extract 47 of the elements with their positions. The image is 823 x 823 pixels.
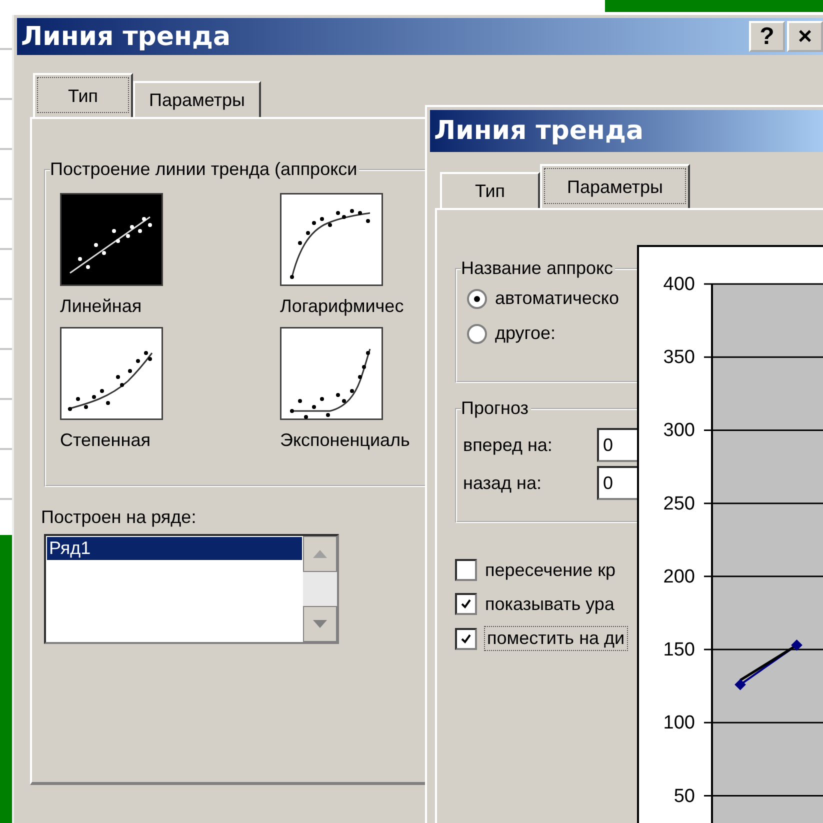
axis-tick-label: 300 — [663, 420, 695, 442]
trend-type-label: Логарифмичес — [280, 296, 404, 317]
check-icon — [460, 598, 472, 610]
help-button[interactable]: ? — [749, 21, 785, 52]
axis-tick-label: 200 — [663, 566, 695, 588]
radio-button[interactable] — [467, 324, 487, 344]
data-point — [791, 640, 802, 651]
checkbox[interactable] — [455, 593, 477, 615]
tab[interactable]: Тип — [33, 73, 133, 117]
radio-button[interactable] — [467, 288, 487, 308]
trend-type-button[interactable] — [60, 193, 163, 286]
radio-label: автоматическо — [495, 288, 619, 309]
axis-tick-label: 400 — [663, 274, 695, 295]
window-title: Линия тренда — [433, 116, 644, 146]
window-title: Линия тренда — [20, 22, 231, 52]
series-list-label: Построен на ряде: — [41, 507, 196, 528]
radio-label: другое: — [495, 323, 556, 344]
checkbox-label: показывать ура — [485, 594, 614, 614]
trend-type-button[interactable] — [280, 327, 383, 420]
data-point — [734, 678, 746, 690]
scrollbar[interactable] — [303, 536, 337, 642]
series-listbox[interactable]: Ряд1 — [44, 534, 339, 644]
axis-tick-label: 100 — [663, 712, 695, 734]
trend-type-button[interactable] — [60, 327, 163, 420]
axis-tick-label: 150 — [663, 640, 695, 661]
close-button[interactable]: × — [787, 21, 823, 52]
scroll-down-icon[interactable] — [303, 606, 337, 642]
checkbox[interactable] — [455, 559, 477, 581]
trend-type-button[interactable] — [280, 193, 383, 286]
list-item[interactable]: Ряд1 — [47, 537, 302, 560]
trend-type-label: Экспоненциаль — [280, 430, 410, 451]
axis-tick-label: 50 — [674, 786, 695, 807]
check-icon — [460, 632, 472, 644]
checkbox[interactable] — [455, 628, 477, 650]
field-label: назад на: — [463, 472, 542, 494]
axis-tick-label: 250 — [663, 493, 695, 514]
checkbox-label: пересечение кр — [485, 560, 616, 580]
field-label: вперед на: — [463, 434, 554, 456]
checkbox-label: поместить на ди — [485, 627, 627, 650]
trend-type-label: Степенная — [60, 430, 150, 451]
tab[interactable]: Тип — [440, 172, 540, 208]
scroll-up-icon[interactable] — [303, 536, 337, 572]
axis-tick-label: 350 — [663, 347, 695, 368]
tab[interactable]: Параметры — [133, 81, 261, 117]
trend-type-label: Линейная — [60, 296, 142, 317]
tab[interactable]: Параметры — [540, 164, 690, 208]
group-label: Построение линии тренда (аппрокси — [50, 159, 360, 180]
